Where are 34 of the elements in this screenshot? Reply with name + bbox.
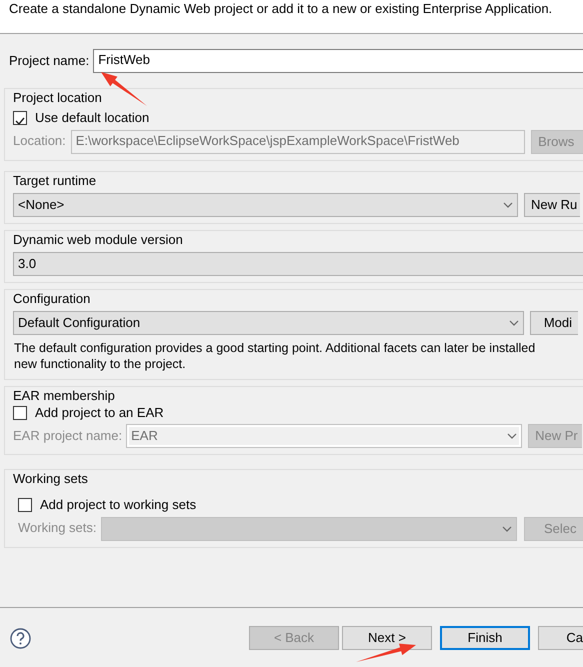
field-label: Location: <box>13 133 66 150</box>
description-text: Create a standalone Dynamic Web project or add it to a new or existing Enterprise Application. <box>9 1 554 18</box>
group-title: EAR membership <box>13 388 115 404</box>
checkbox[interactable] <box>13 406 27 420</box>
group-title: Configuration <box>13 291 90 308</box>
group-title: Dynamic web module version <box>13 232 183 248</box>
annotation-arrow <box>101 72 147 106</box>
chevron-icon <box>503 202 513 208</box>
checkbox-label[interactable]: Add project to working sets <box>40 497 196 514</box>
dropdown[interactable]: <None> <box>13 192 518 217</box>
help-icon[interactable] <box>10 628 31 648</box>
button[interactable]: Next > <box>342 626 432 650</box>
chevron-icon <box>509 320 519 326</box>
group-title: Working sets <box>13 471 88 488</box>
field-label: EAR project name: <box>13 428 122 444</box>
annotation-arrow <box>356 644 416 662</box>
dropdown[interactable]: 3.0 <box>13 252 583 276</box>
checkbox[interactable] <box>18 498 32 512</box>
checkbox[interactable] <box>13 111 27 126</box>
button[interactable]: Finish <box>440 626 530 650</box>
field-label: Project name: <box>9 52 90 70</box>
group-title: Project location <box>13 90 102 106</box>
field-label: Working sets: <box>18 520 97 537</box>
project-name-field[interactable]: FristWeb <box>93 49 583 73</box>
dropdown[interactable]: Default Configuration <box>13 311 524 336</box>
group-title: Target runtime <box>13 172 96 189</box>
description-text: The default configuration provides a good starting point. Additional facets can later be installed new functionality to the project. <box>14 341 536 372</box>
chevron-icon <box>507 433 518 439</box>
chevron-icon <box>502 526 512 532</box>
checkbox-label[interactable]: Use default location <box>35 110 150 126</box>
button[interactable]: Ca <box>538 626 583 650</box>
button[interactable]: Modi <box>530 311 578 336</box>
checkbox-label[interactable]: Add project to an EAR <box>35 404 164 421</box>
button[interactable]: New Ru <box>524 192 580 217</box>
